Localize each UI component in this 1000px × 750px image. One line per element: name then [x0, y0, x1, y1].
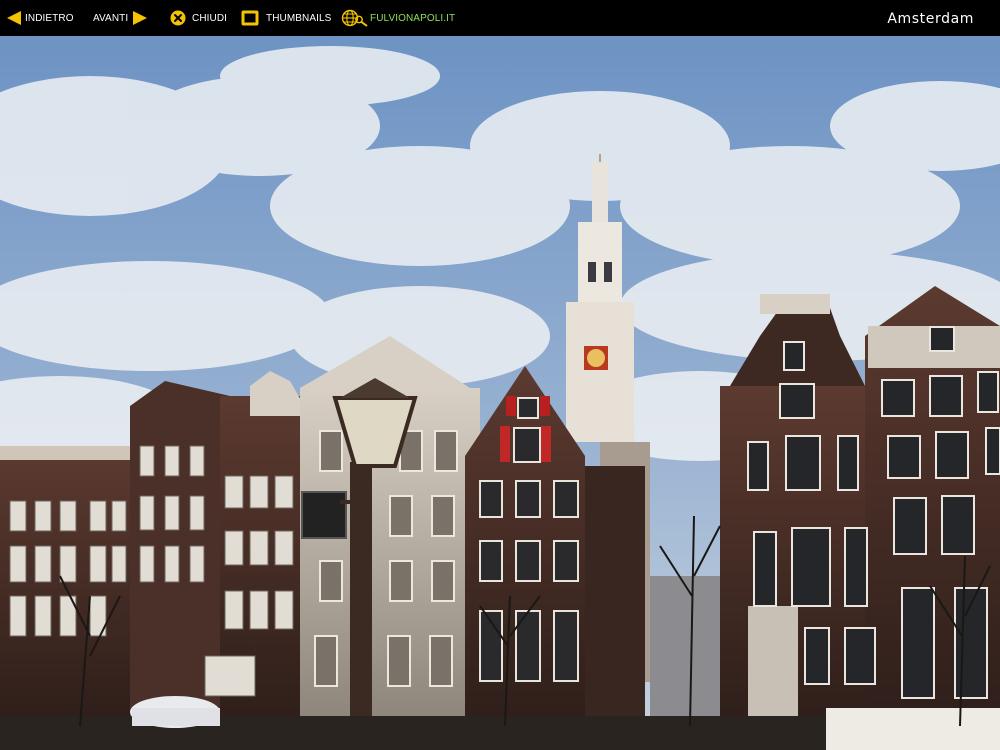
close-button[interactable]: CHIUDI	[170, 0, 227, 36]
forward-button[interactable]: AVANTI	[93, 0, 148, 36]
square-icon	[241, 10, 259, 26]
site-link[interactable]: FULVIONAPOLI.IT	[341, 0, 455, 36]
thumbnails-label: THUMBNAILS	[266, 12, 332, 24]
arrow-right-icon	[132, 10, 148, 26]
globe-search-icon	[341, 9, 369, 27]
site-label: FULVIONAPOLI.IT	[370, 12, 456, 24]
arrow-left-icon	[6, 10, 22, 26]
photo-image	[0, 36, 1000, 750]
close-label: CHIUDI	[192, 12, 228, 24]
close-circle-icon	[170, 10, 186, 26]
photo-title: Amsterdam	[887, 11, 974, 27]
top-toolbar: INDIETRO AVANTI CHIUDI THUMBNAILS FULVIO…	[0, 0, 1000, 36]
forward-label: AVANTI	[93, 12, 129, 24]
thumbnails-button[interactable]: THUMBNAILS	[241, 0, 331, 36]
back-button[interactable]: INDIETRO	[6, 0, 74, 36]
back-label: INDIETRO	[25, 12, 74, 24]
